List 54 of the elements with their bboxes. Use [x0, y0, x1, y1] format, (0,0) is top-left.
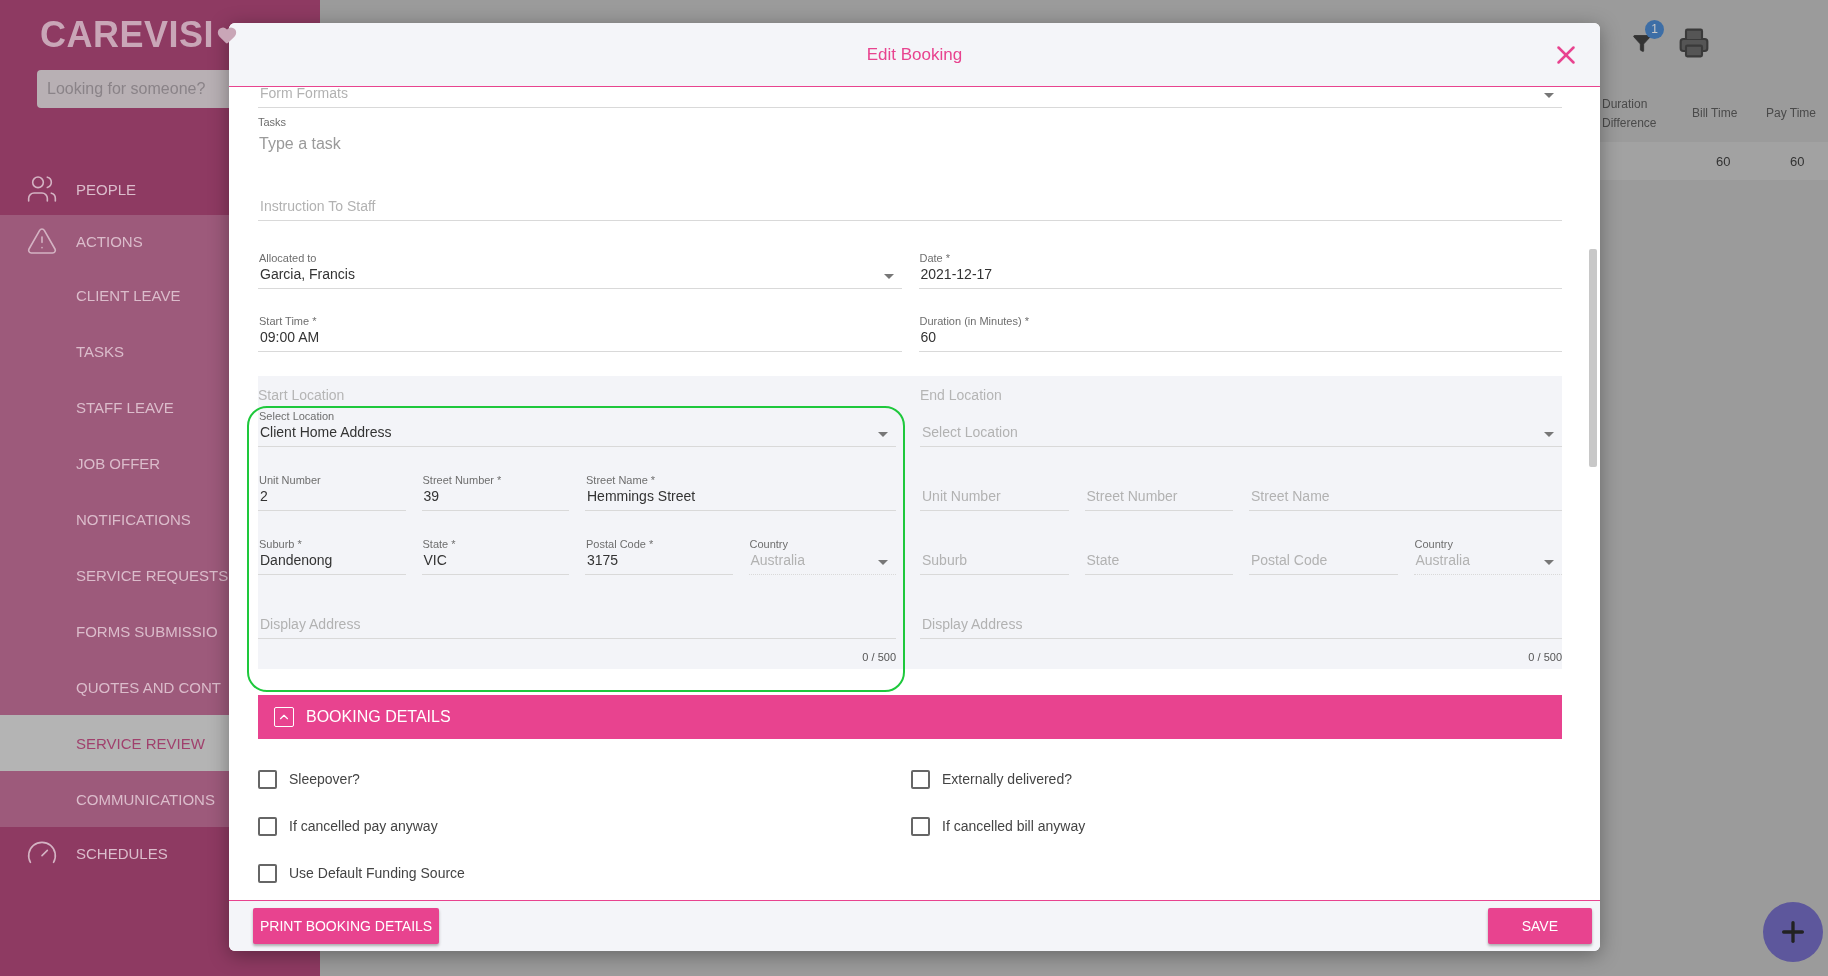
checkbox-label: If cancelled bill anyway [942, 818, 1086, 834]
checkbox[interactable] [258, 816, 277, 836]
text-field[interactable]: Unit Number 2 [258, 465, 406, 511]
text-field[interactable]: Display Address [258, 575, 896, 639]
character-counter: 0 / 500 [1528, 651, 1562, 663]
character-counter: 0 / 500 [862, 651, 896, 663]
text-field[interactable]: Suburb * Dandenong [258, 529, 406, 575]
people-icon [26, 173, 58, 205]
text-field[interactable]: Duration (in Minutes) * 60 [918, 306, 1562, 352]
text-field[interactable]: Display Address [920, 575, 1562, 639]
section-label: Start Location [258, 386, 346, 404]
filter-count-badge: 1 [1645, 19, 1664, 39]
checkbox[interactable] [911, 816, 930, 836]
select-field[interactable]: Select Location Client Home Address [258, 404, 896, 447]
column-header: Pay Time [1765, 105, 1817, 122]
text-field[interactable]: Street Name [1249, 465, 1562, 511]
column-header: Bill Time [1691, 105, 1739, 122]
checkbox-label: Externally delivered? [942, 771, 1072, 787]
save-button[interactable]: SAVE [1487, 908, 1592, 944]
warning-icon [26, 225, 58, 257]
text-field[interactable]: Postal Code [1249, 529, 1398, 575]
table-cell-text: 60 [1715, 153, 1732, 169]
print-button[interactable]: PRINT BOOKING DETAILS [253, 908, 440, 944]
checkbox-label: If cancelled pay anyway [289, 818, 438, 834]
column-header: Duration Difference [1601, 95, 1658, 132]
text-field[interactable]: Suburb [920, 529, 1069, 575]
scrollbar-thumb[interactable] [1589, 249, 1597, 467]
text-field[interactable]: Street Name * Hemmings Street [585, 465, 896, 511]
checkbox-label: Sleepover? [289, 771, 360, 787]
text-field[interactable]: State [1084, 529, 1233, 575]
section-label: End Location [920, 386, 1003, 404]
checkbox[interactable] [911, 769, 930, 789]
printer-icon[interactable] [1678, 26, 1710, 59]
logo: CAREVISI [40, 17, 320, 53]
text-field[interactable]: Instruction To Staff [258, 186, 1562, 221]
text-field[interactable]: Street Number [1084, 465, 1233, 511]
filter-icon[interactable] [1632, 32, 1652, 53]
text-field[interactable]: Postal Code * 3175 [585, 529, 733, 575]
text-field[interactable]: State * VIC [421, 529, 569, 575]
text-field[interactable]: Street Number * 39 [421, 465, 569, 511]
select-field[interactable]: Allocated to Garcia, Francis [258, 243, 902, 289]
add-button[interactable] [1763, 902, 1823, 962]
table-cell-text: 60 [1789, 153, 1806, 169]
checkbox[interactable] [258, 769, 277, 789]
section-header-bar[interactable]: BOOKING DETAILS [258, 695, 1562, 739]
select-field[interactable]: Select Location [920, 404, 1562, 447]
text-field[interactable]: Unit Number [920, 465, 1069, 511]
tasks-field[interactable]: Tasks Type a task [258, 108, 1562, 186]
checkbox-label: Use Default Funding Source [289, 865, 465, 881]
modal-title: Edit Booking [866, 44, 963, 65]
text-field[interactable]: Start Time * 09:00 AM [258, 306, 902, 352]
checkbox[interactable] [258, 863, 277, 883]
select-field[interactable]: Form Formats [258, 87, 1562, 108]
text-field[interactable]: Date * 2021-12-17 [918, 243, 1562, 289]
